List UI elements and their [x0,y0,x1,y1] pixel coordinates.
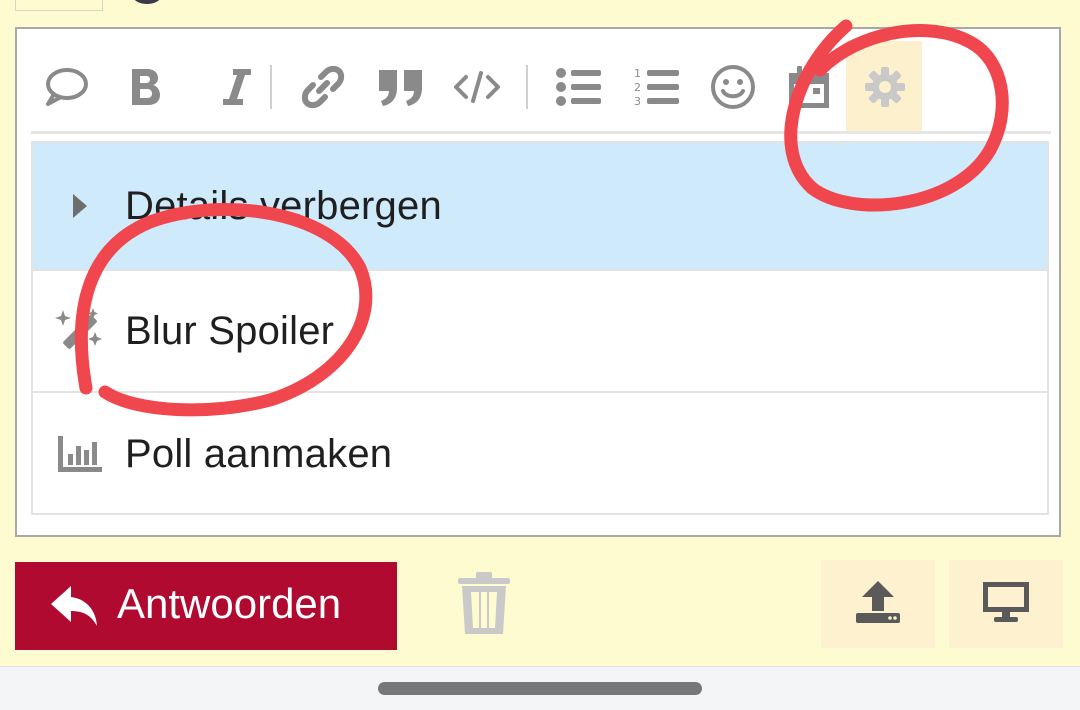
menu-item-label: Poll aanmaken [125,431,393,476]
menu-item-label: Details verbergen [125,183,442,228]
link-icon[interactable] [295,61,351,113]
menu-item-label: Blur Spoiler [125,308,335,353]
bar-chart-icon [55,434,105,474]
calendar-icon[interactable] [781,61,837,113]
home-indicator[interactable] [378,682,702,695]
reply-arrow-icon [49,584,101,633]
options-dropdown-menu: Details verbergen Blur Spoiler Poll aanm… [31,141,1049,515]
numbered-list-icon[interactable]: 123 [629,61,685,113]
menu-item-details-verbergen[interactable]: Details verbergen [33,143,1047,269]
toolbar-separator [270,65,272,109]
quote-icon[interactable] [373,61,429,113]
upload-icon [854,579,902,630]
caret-right-icon [55,191,105,221]
svg-text:3: 3 [634,95,641,108]
magic-wand-icon [55,306,105,356]
reply-button[interactable]: Antwoorden [15,562,397,650]
code-icon[interactable] [449,61,505,113]
menu-item-blur-spoiler[interactable]: Blur Spoiler [33,269,1047,391]
toolbar-separator [526,65,528,109]
speech-bubble-icon[interactable] [39,61,95,113]
smiley-icon[interactable] [705,61,761,113]
upload-button[interactable] [821,560,935,648]
italic-icon[interactable] [209,61,265,113]
avatar [128,0,166,4]
previous-element-stub [15,0,103,11]
toolbar-divider [31,131,1051,134]
gear-icon[interactable] [857,61,913,113]
bold-icon[interactable] [117,61,173,113]
monitor-icon [981,580,1031,629]
composer-editor: 123 Details verbergen Blur Spoiler Poll … [15,27,1061,537]
menu-item-poll-aanmaken[interactable]: Poll aanmaken [33,391,1047,515]
preview-button[interactable] [949,560,1063,648]
svg-text:2: 2 [634,81,641,94]
formatting-toolbar: 123 [17,29,1059,135]
svg-text:1: 1 [634,67,641,80]
reply-button-label: Antwoorden [117,580,342,627]
trash-icon[interactable] [456,572,512,641]
bulleted-list-icon[interactable] [551,61,607,113]
